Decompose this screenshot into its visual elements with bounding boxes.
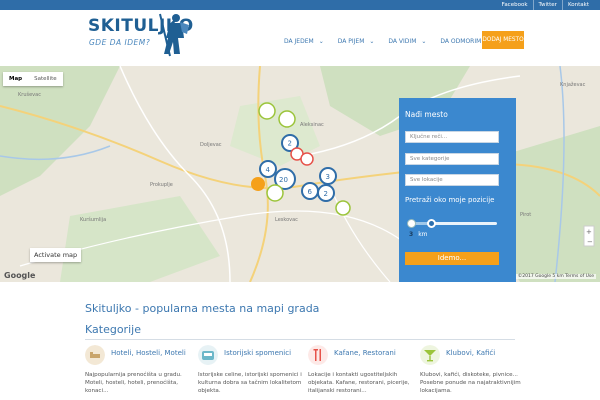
nav-item-label: DA PIJEM (337, 37, 365, 45)
cluster-count-2: 20 (279, 176, 288, 184)
site-logo[interactable]: SKITULJKO GDE DA IDEM? (88, 13, 193, 64)
nav-item-label: DA JEDEM (284, 37, 314, 45)
nav-item-eat[interactable]: DA JEDEM ⌄ (284, 38, 324, 45)
chevron-down-icon: ⌄ (318, 37, 324, 45)
svg-text:+: + (586, 228, 592, 236)
radius-value: 3 (409, 231, 414, 238)
nav-item-label: DA VIDIM (388, 37, 417, 45)
svg-text:Kuršumlija: Kuršumlija (80, 216, 106, 223)
top-links: Facebook Twitter Kontakt (497, 0, 594, 10)
keyword-input[interactable]: Ključne reči... (405, 131, 499, 143)
radius-slider-min-handle[interactable] (407, 219, 416, 228)
category-name: Hoteli, Hosteli, Moteli (111, 349, 186, 357)
cluster-count-6: 2 (324, 190, 328, 198)
fork-knife-icon (308, 345, 328, 365)
radius-unit: km (418, 231, 428, 238)
cluster-count-3: 4 (266, 166, 271, 174)
main-nav: DA JEDEM ⌄ DA PIJEM ⌄ DA VIDIM ⌄ DA ODMO… (284, 34, 505, 48)
category-name: Klubovi, Kafići (446, 349, 496, 357)
twitter-link[interactable]: Twitter (532, 0, 562, 10)
radius-slider-handle[interactable] (427, 219, 436, 228)
activate-map-button[interactable]: Activate map (30, 248, 82, 262)
category-name: Istorijski spomenici (224, 349, 292, 357)
map-type-map[interactable]: Map (3, 72, 28, 86)
map-type-satellite[interactable]: Satellite (28, 72, 63, 86)
cluster-count-5: 6 (308, 188, 313, 196)
cocktail-icon (420, 345, 440, 365)
category-name: Kafane, Restorani (334, 349, 396, 357)
radius-readout: 3 km (409, 231, 428, 238)
location-select[interactable]: Sve lokacije (405, 174, 499, 186)
category-description: Istorijske celine, istorijski spomenici … (198, 372, 302, 394)
svg-text:−: − (587, 238, 593, 246)
cluster-count-4: 3 (326, 173, 330, 181)
categories-title: Kategorije (85, 323, 141, 336)
svg-text:Prokuplje: Prokuplje (150, 182, 173, 188)
category-select[interactable]: Sve kategorije (405, 153, 499, 165)
monument-icon (198, 345, 218, 365)
add-place-button[interactable]: DODAJ MESTO (482, 31, 524, 49)
chevron-down-icon: ⌄ (369, 37, 375, 45)
facebook-link[interactable]: Facebook (497, 0, 533, 10)
section-divider (85, 339, 515, 340)
bed-icon (85, 345, 105, 365)
map-type-toggle: Map Satellite (3, 72, 63, 86)
chevron-down-icon: ⌄ (421, 37, 427, 45)
site-header: SKITULJKO GDE DA IDEM? DA JEDEM ⌄ DA PIJ… (0, 10, 600, 66)
nav-item-drink[interactable]: DA PIJEM ⌄ (338, 38, 375, 45)
logo-subtitle: GDE DA IDEM? (89, 38, 151, 47)
page-tagline: Skituljko - popularna mesta na mapi grad… (85, 302, 320, 315)
google-logo: Google (4, 271, 36, 280)
hiker-icon (159, 13, 189, 57)
search-button[interactable]: Idemo... (405, 252, 499, 265)
svg-text:Doljevac: Doljevac (200, 142, 222, 148)
svg-text:Pirot: Pirot (520, 212, 531, 218)
nav-item-see[interactable]: DA VIDIM ⌄ (388, 38, 426, 45)
contact-link[interactable]: Kontakt (561, 0, 594, 10)
panel-title: Nađi mesto (405, 110, 448, 119)
svg-text:Kruševac: Kruševac (18, 91, 41, 98)
category-description: Najpopularnija prenoćišta u gradu. Motel… (85, 372, 182, 394)
search-panel: Nađi mesto Ključne reči... Sve kategorij… (399, 98, 516, 282)
svg-text:Knjaževac: Knjaževac (560, 81, 586, 88)
cluster-count-1: 2 (288, 140, 292, 148)
svg-text:Leskovac: Leskovac (275, 217, 298, 223)
svg-text:Aleksinac: Aleksinac (300, 122, 324, 128)
category-description: Lokacije i kontakti ugostiteljskih objek… (308, 372, 410, 394)
nav-item-label: DA ODMORIM (440, 37, 482, 45)
radius-slider[interactable] (407, 219, 497, 228)
geo-search-title: Pretraži oko moje pozicije (405, 196, 495, 204)
category-description: Klubovi, kafići, diskoteke, pivnice... P… (420, 372, 521, 394)
